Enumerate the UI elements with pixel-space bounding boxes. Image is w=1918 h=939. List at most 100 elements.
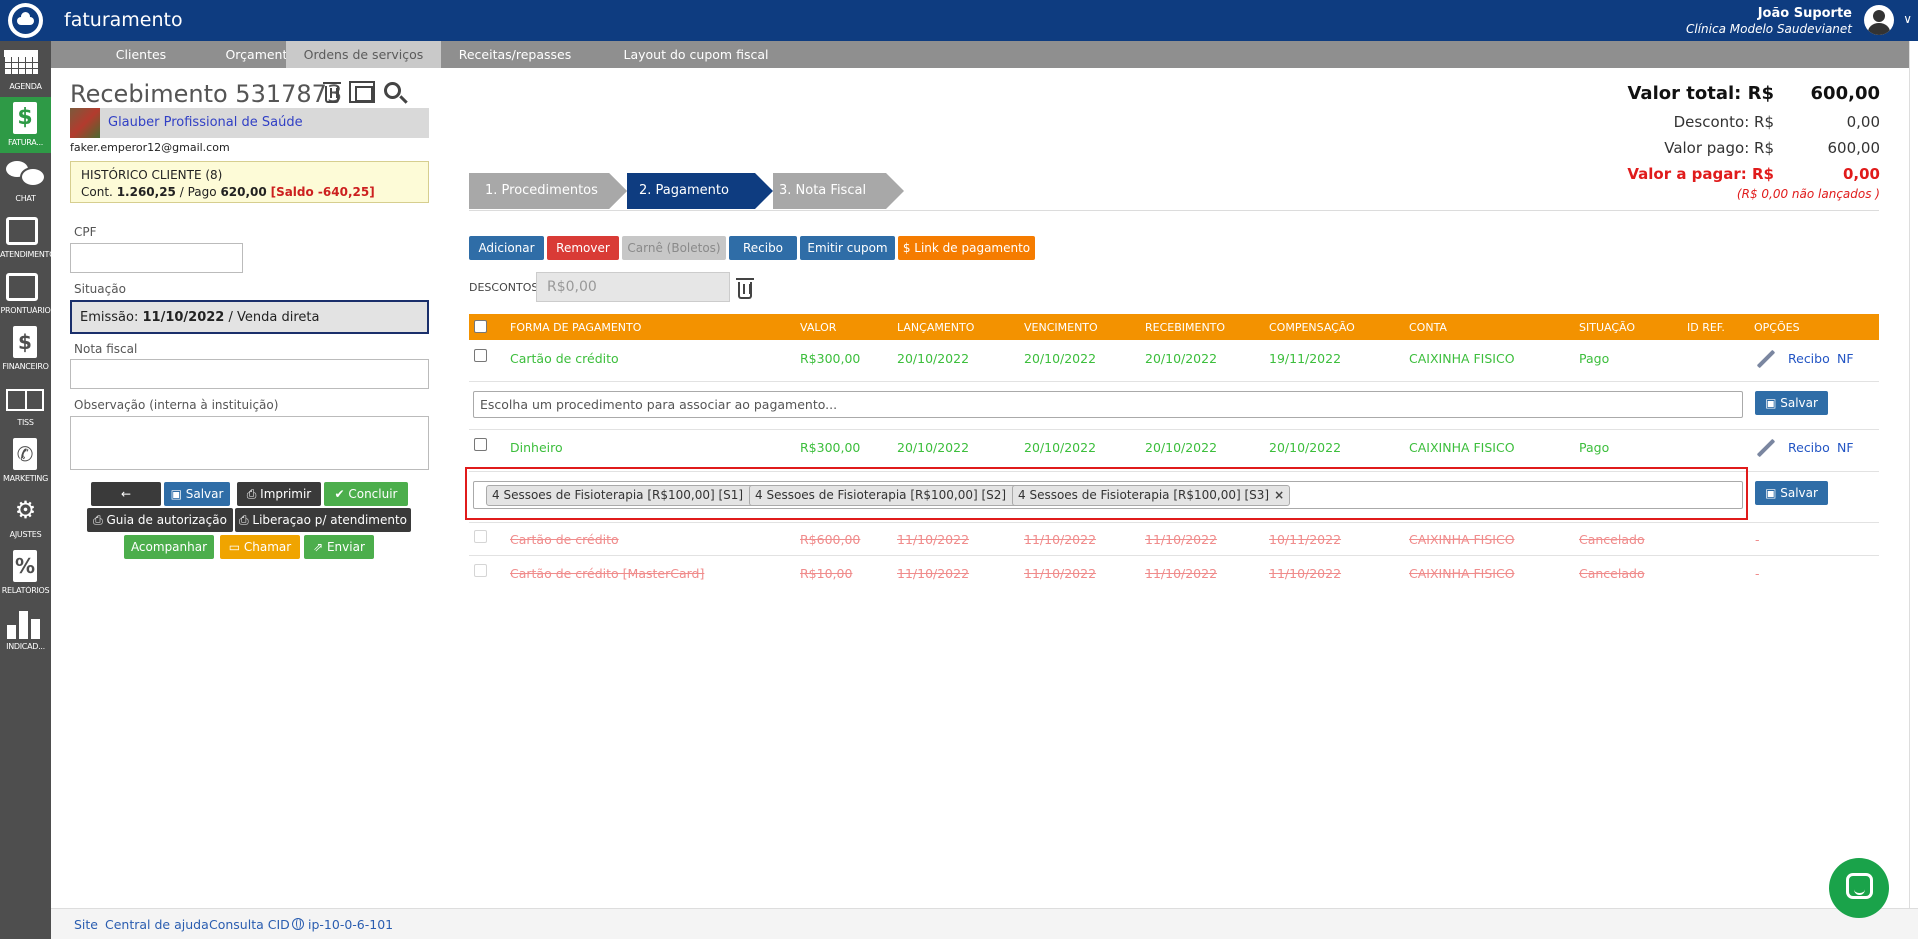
- row-recibo-link[interactable]: Recibo: [1788, 351, 1830, 366]
- sidebar-item-prontuario[interactable]: PRONTUÁRIO: [0, 265, 51, 321]
- row-checkbox[interactable]: [474, 438, 487, 451]
- tab-clientes[interactable]: Clientes: [91, 41, 191, 68]
- folder-check-icon: [6, 217, 38, 245]
- table-cell: Cartão de crédito [MasterCard]: [510, 566, 705, 581]
- adicionar-button[interactable]: Adicionar: [469, 236, 544, 260]
- valor-total-label: Valor total: R$: [1627, 83, 1774, 104]
- sidebar-item-financeiro[interactable]: $ FINANCEIRO: [0, 321, 51, 377]
- pencil-icon[interactable]: [1756, 438, 1776, 458]
- chevron-down-icon[interactable]: ∨: [1903, 12, 1912, 26]
- history-cont-value: 1.260,25: [116, 185, 176, 199]
- valor-pagar: 0,00: [1842, 165, 1880, 183]
- row-salvar-button[interactable]: ▣ Salvar: [1755, 481, 1828, 505]
- sidebar-item-faturamento[interactable]: $ FATURA...: [0, 97, 51, 153]
- fullscreen-icon[interactable]: [349, 81, 375, 103]
- procedure-select[interactable]: Escolha um procedimento para associar ao…: [473, 391, 1743, 418]
- step-pagamento[interactable]: 2. Pagamento: [627, 173, 755, 209]
- select-all-checkbox[interactable]: [474, 320, 487, 333]
- chat-widget-button[interactable]: [1829, 858, 1889, 918]
- table-cell: Dinheiro: [510, 440, 563, 455]
- row-nf-link[interactable]: NF: [1837, 440, 1854, 455]
- history-pago-value: 620,00: [220, 185, 267, 199]
- app-title: faturamento: [64, 9, 183, 31]
- table-cell: Cartão de crédito: [510, 532, 619, 547]
- trash-icon[interactable]: [323, 82, 341, 103]
- cpf-input[interactable]: [70, 243, 243, 273]
- descontos-input[interactable]: R$0,00: [536, 272, 730, 302]
- sidebar-item-ajustes[interactable]: ⚙ AJUSTES: [0, 489, 51, 545]
- bar-chart-icon: [7, 609, 43, 639]
- search-icon[interactable]: [384, 82, 401, 99]
- comment-icon: ▭: [228, 540, 244, 554]
- enviar-button[interactable]: ⇗ Enviar: [304, 535, 374, 559]
- page-title: Recebimento 5317873: [70, 80, 343, 108]
- patient-bar[interactable]: Glauber Profissional de Saúde: [70, 108, 429, 138]
- patient-email: faker.emperor12@gmail.com: [70, 141, 230, 154]
- share-icon: ⇗: [313, 540, 327, 554]
- footer-link-consulta-cid[interactable]: Consulta CID: [209, 917, 290, 932]
- sidebar-item-atendimento[interactable]: ATENDIMENTO: [0, 209, 51, 265]
- acompanhar-button[interactable]: Acompanhar: [124, 535, 214, 559]
- phone-icon: ✆: [13, 438, 37, 470]
- nao-lancados: (R$ 0,00 não lançados ): [1736, 187, 1880, 201]
- main-nav: Clientes Orçamentos Ordens de serviços R…: [51, 41, 1909, 68]
- emissao-date: 11/10/2022: [142, 310, 225, 325]
- sidebar-item-agenda[interactable]: AGENDA: [0, 41, 51, 97]
- tab-receitas-repasses[interactable]: Receitas/repasses: [441, 41, 589, 68]
- cloud-logo-icon[interactable]: [8, 3, 43, 38]
- observacao-textarea[interactable]: [70, 416, 429, 470]
- row-checkbox[interactable]: [474, 564, 487, 577]
- concluir-button[interactable]: ✔ Concluir: [324, 482, 408, 506]
- footer-link-central-ajuda[interactable]: Central de ajuda: [105, 917, 209, 932]
- footer-server: ip-10-0-6-101: [308, 917, 394, 932]
- footer-link-site[interactable]: Site: [74, 917, 98, 932]
- recibo-button[interactable]: Recibo: [729, 236, 797, 260]
- guia-autorizacao-button[interactable]: ⎙ Guia de autorização: [87, 508, 233, 532]
- trash-icon[interactable]: [736, 278, 754, 299]
- history-title: HISTÓRICO CLIENTE (8): [81, 168, 223, 182]
- sidebar-item-chat[interactable]: CHAT: [0, 153, 51, 209]
- print-icon: ⎙: [93, 513, 107, 527]
- valor-total: 600,00: [1810, 83, 1880, 104]
- user-avatar[interactable]: [1864, 5, 1894, 35]
- cpf-label: CPF: [74, 225, 97, 239]
- tab-ordens-servicos[interactable]: Ordens de serviços: [286, 41, 441, 68]
- emitir-cupom-button[interactable]: Emitir cupom: [800, 236, 895, 260]
- nota-fiscal-input[interactable]: [70, 359, 429, 389]
- pencil-icon[interactable]: [1756, 349, 1776, 369]
- tab-layout-cupom[interactable]: Layout do cupom fiscal: [606, 41, 786, 68]
- liberacao-button[interactable]: ⎙ Liberaçao p/ atendimento: [235, 508, 411, 532]
- row-nf-link[interactable]: NF: [1837, 351, 1854, 366]
- row-salvar-button[interactable]: ▣ Salvar: [1755, 391, 1828, 415]
- percent-icon: %: [13, 550, 37, 582]
- salvar-button[interactable]: ▣ Salvar: [164, 482, 230, 506]
- row-checkbox[interactable]: [474, 349, 487, 362]
- user-name[interactable]: João Suporte: [1758, 6, 1852, 21]
- back-button[interactable]: ←: [91, 482, 161, 506]
- step-nota-fiscal[interactable]: 3. Nota Fiscal: [773, 173, 886, 209]
- sidebar-item-tiss[interactable]: TISS: [0, 377, 51, 433]
- patient-name[interactable]: Glauber Profissional de Saúde: [108, 115, 303, 130]
- sidebar-item-relatorios[interactable]: % RELATÓRIOS: [0, 545, 51, 601]
- print-icon: ⎙: [246, 487, 261, 501]
- right-border: [1909, 41, 1918, 939]
- carne-boletos-button[interactable]: Carnê (Boletos): [622, 236, 726, 260]
- row-checkbox[interactable]: [474, 530, 487, 543]
- history-saldo: [Saldo -640,25]: [270, 185, 375, 199]
- link-pagamento-button[interactable]: $ Link de pagamento: [898, 236, 1035, 260]
- row-recibo-link[interactable]: Recibo: [1788, 440, 1830, 455]
- sidebar-item-indicadores[interactable]: INDICAD...: [0, 601, 51, 657]
- imprimir-button[interactable]: ⎙ Imprimir: [237, 482, 321, 506]
- dollar-doc-icon: $: [13, 326, 37, 358]
- gears-icon: ⚙: [14, 496, 37, 524]
- save-icon: ▣: [170, 487, 186, 501]
- chamar-button[interactable]: ▭ Chamar: [220, 535, 300, 559]
- client-history[interactable]: HISTÓRICO CLIENTE (8) Cont. 1.260,25 / P…: [70, 161, 429, 203]
- remover-button[interactable]: Remover: [547, 236, 619, 260]
- desconto-label: Desconto: R$: [1673, 113, 1774, 131]
- step-procedimentos[interactable]: 1. Procedimentos: [469, 173, 609, 209]
- clinic-name[interactable]: Clínica Modelo Saudevianet: [1686, 22, 1852, 36]
- situacao-field[interactable]: Emissão: 11/10/2022 / Venda direta: [70, 300, 429, 334]
- folder-check-icon: [6, 273, 38, 301]
- sidebar-item-marketing[interactable]: ✆ MARKETING: [0, 433, 51, 489]
